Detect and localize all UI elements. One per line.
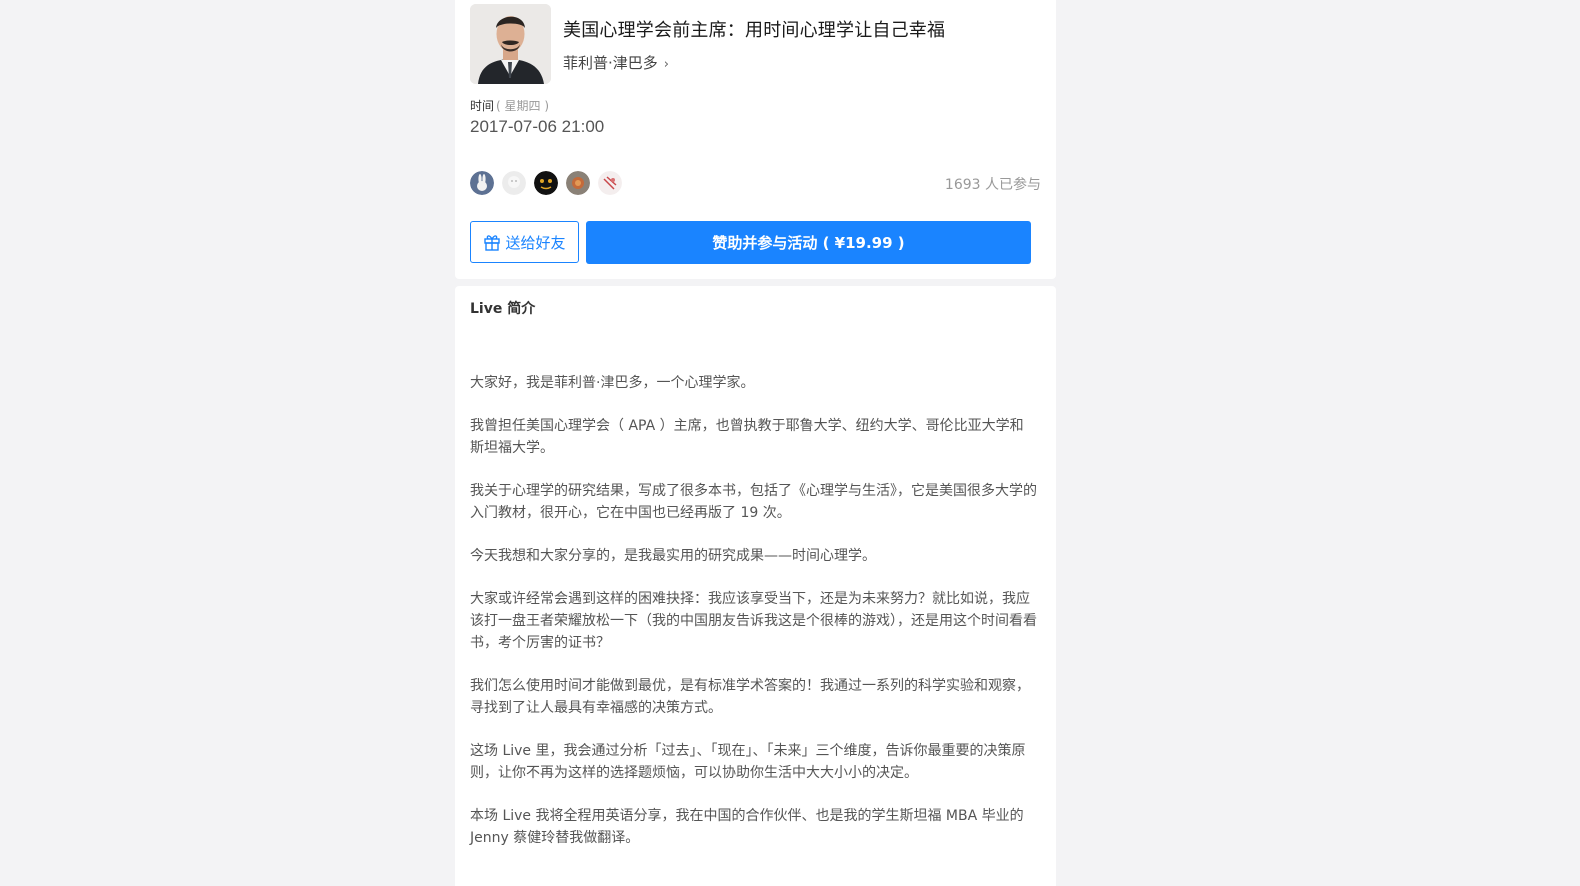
intro-paragraph: 今天我想和大家分享的，是我最实用的研究成果——时间心理学。 bbox=[470, 548, 876, 564]
live-header-card: 美国心理学会前主席：用时间心理学让自己幸福 菲利普·津巴多 › 时间( 星期四 )… bbox=[455, 0, 1056, 279]
intro-body: 大家好，我是菲利普·津巴多，一个心理学家。 我曾担任美国心理学会（ APA ）主… bbox=[470, 372, 1037, 870]
participant-count: 1693 人已参与 bbox=[944, 177, 1041, 193]
live-intro-card: Live 简介 大家好，我是菲利普·津巴多，一个心理学家。 我曾担任美国心理学会… bbox=[455, 286, 1056, 886]
intro-paragraph: 大家好，我是菲利普·津巴多，一个心理学家。 bbox=[470, 375, 755, 391]
speaker-name: 菲利普·津巴多 bbox=[563, 54, 658, 72]
intro-paragraph: 我关于心理学的研究结果，写成了很多本书，包括了《心理学与生活》，它是美国很多大学… bbox=[470, 483, 1037, 521]
participant-avatar[interactable] bbox=[502, 171, 526, 195]
weekday-label: ( 星期四 ) bbox=[496, 99, 550, 113]
speaker-link[interactable]: 菲利普·津巴多 › bbox=[563, 52, 669, 73]
participant-avatar[interactable] bbox=[470, 171, 494, 195]
speaker-avatar[interactable] bbox=[470, 4, 551, 84]
participant-avatar[interactable] bbox=[566, 171, 590, 195]
time-label: 时间 bbox=[470, 99, 495, 113]
sponsor-join-button[interactable]: 赞助并参与活动 ( ¥19.99 ) bbox=[586, 221, 1031, 264]
participant-avatar[interactable] bbox=[534, 171, 558, 195]
intro-paragraph: 我们怎么使用时间才能做到最优，是有标准学术答案的！我通过一系列的科学实验和观察，… bbox=[470, 678, 1030, 716]
gift-to-friend-button[interactable]: 送给好友 bbox=[470, 221, 579, 263]
intro-paragraph: 本场 Live 我将全程用英语分享，我在中国的合作伙伴、也是我的学生斯坦福 MB… bbox=[470, 808, 1024, 846]
sponsor-button-label: 赞助并参与活动 ( ¥19.99 ) bbox=[712, 234, 905, 252]
live-datetime: 2017-07-06 21:00 bbox=[470, 117, 605, 136]
live-title: 美国心理学会前主席：用时间心理学让自己幸福 bbox=[563, 20, 946, 41]
participants-row[interactable]: 1693 人已参与 bbox=[470, 171, 1041, 195]
time-row: 时间( 星期四 ) bbox=[470, 97, 549, 114]
intro-paragraph: 大家或许经常会遇到这样的困难抉择：我应该享受当下，还是为未来努力？就比如说，我应… bbox=[470, 591, 1037, 651]
gift-button-label: 送给好友 bbox=[505, 233, 566, 252]
participant-avatar[interactable] bbox=[598, 171, 622, 195]
intro-paragraph: 我曾担任美国心理学会（ APA ）主席，也曾执教于耶鲁大学、纽约大学、哥伦比亚大… bbox=[470, 418, 1024, 456]
gift-icon bbox=[484, 235, 501, 251]
intro-paragraph: 这场 Live 里，我会通过分析「过去」、「现在」、「未来」三个维度，告诉你最重… bbox=[470, 743, 1026, 781]
speaker-portrait-image bbox=[470, 4, 551, 84]
chevron-right-icon: › bbox=[663, 57, 669, 72]
intro-heading: Live 简介 bbox=[470, 301, 536, 317]
